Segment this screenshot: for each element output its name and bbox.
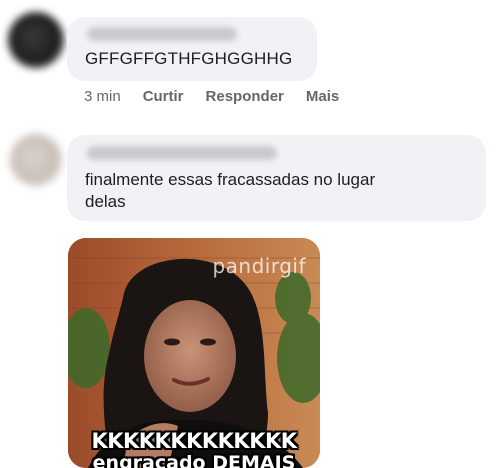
avatar[interactable] (10, 134, 62, 186)
comment-bubble: finalmente essas fracassadas no lugar de… (67, 135, 486, 221)
comment-text: finalmente essas fracassadas no lugar de… (85, 170, 376, 211)
gif-caption-line-2: engraçado DEMAIS (92, 452, 296, 468)
gif-attachment[interactable]: pandirgif KKKKKKKKKKKKK engraçado DEMAIS (68, 238, 320, 468)
more-button[interactable]: Mais (306, 87, 339, 107)
gif-caption-line-1: KKKKKKKKKKKKK (91, 429, 297, 453)
comment-text: GFFGFFGTHFGHGGHHG (85, 49, 293, 68)
author-name-blurred[interactable] (87, 27, 237, 41)
comment-bubble: GFFGFFGTHFGHGGHHG (67, 17, 317, 81)
comment-actions: 3 min Curtir Responder Mais (84, 87, 361, 107)
gif-watermark: pandirgif (212, 254, 306, 278)
avatar[interactable] (8, 12, 64, 68)
author-name-blurred[interactable] (87, 146, 277, 160)
like-button[interactable]: Curtir (143, 87, 184, 107)
comment-timestamp[interactable]: 3 min (84, 87, 121, 107)
reply-button[interactable]: Responder (206, 87, 284, 107)
